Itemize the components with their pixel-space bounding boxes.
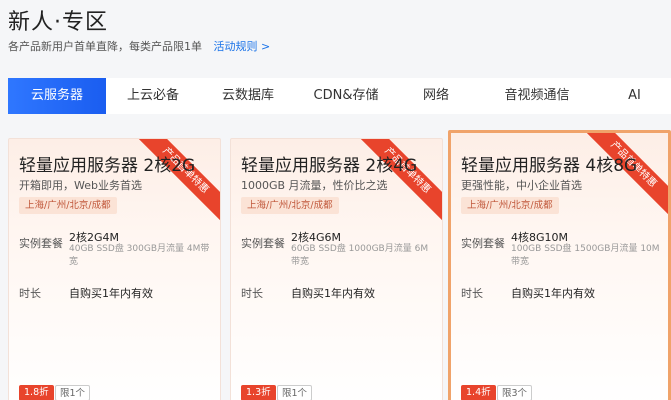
page-subtitle: 各产品新用户首单直降，每类产品限1单 活动规则 > <box>8 38 270 54</box>
spec-label: 实例套餐 <box>241 237 285 250</box>
spec-detail: 60GB SSD盘 1000GB月流量 6M带宽 <box>291 244 429 267</box>
duration-value: 自购买1年内有效 <box>69 287 153 300</box>
card-title: 轻量应用服务器 2核4G <box>241 156 418 176</box>
spec-detail: 100GB SSD盘 1500GB月流量 10M带宽 <box>511 244 660 267</box>
card-desc: 更强性能，中小企业首选 <box>461 179 582 192</box>
product-card-2c2g[interactable]: 产品首单特惠 轻量应用服务器 2核2G 开箱即用，Web业务首选 上海/广州/北… <box>8 138 221 400</box>
discount-badge: 1.8折 <box>19 385 54 400</box>
duration-value: 自购买1年内有效 <box>291 287 375 300</box>
spec-label: 实例套餐 <box>461 237 505 250</box>
tab-audio-video[interactable]: 音视频通信 <box>476 78 598 114</box>
limit-badge: 限1个 <box>55 385 91 400</box>
product-tabs: 云服务器 上云必备 云数据库 CDN&存储 网络 音视频通信 AI <box>8 78 671 114</box>
duration-label: 时长 <box>19 287 41 300</box>
limit-badge: 限3个 <box>497 385 533 400</box>
duration-label: 时长 <box>461 287 483 300</box>
tab-cloud-server[interactable]: 云服务器 <box>8 78 106 114</box>
duration-value: 自购买1年内有效 <box>511 287 595 300</box>
card-desc: 1000GB 月流量，性价比之选 <box>241 179 388 192</box>
tab-cdn-storage[interactable]: CDN&存储 <box>296 78 396 114</box>
spec-label: 实例套餐 <box>19 237 63 250</box>
spec-detail: 40GB SSD盘 300GB月流量 4M带宽 <box>69 244 210 267</box>
card-title: 轻量应用服务器 4核8G <box>461 156 638 176</box>
discount-badge: 1.3折 <box>241 385 276 400</box>
product-card-2c4g[interactable]: 产品首单特惠 轻量应用服务器 2核4G 1000GB 月流量，性价比之选 上海/… <box>230 138 443 400</box>
duration-label: 时长 <box>241 287 263 300</box>
tab-cloud-database[interactable]: 云数据库 <box>200 78 296 114</box>
discount-badge: 1.4折 <box>461 385 496 400</box>
tab-ai[interactable]: AI <box>598 78 671 114</box>
rules-link[interactable]: 活动规则 > <box>214 40 271 53</box>
region-tag: 上海/广州/北京/成都 <box>19 197 117 214</box>
region-tag: 上海/广州/北京/成都 <box>461 197 559 214</box>
region-tag: 上海/广州/北京/成都 <box>241 197 339 214</box>
tab-cloud-essentials[interactable]: 上云必备 <box>106 78 200 114</box>
tab-network[interactable]: 网络 <box>396 78 476 114</box>
product-card-4c8g[interactable]: 产品首单特惠 轻量应用服务器 4核8G 更强性能，中小企业首选 上海/广州/北京… <box>448 130 671 400</box>
card-desc: 开箱即用，Web业务首选 <box>19 179 142 192</box>
card-title: 轻量应用服务器 2核2G <box>19 156 196 176</box>
page-title: 新人·专区 <box>8 10 108 35</box>
subtitle-text: 各产品新用户首单直降，每类产品限1单 <box>8 40 202 53</box>
limit-badge: 限1个 <box>277 385 313 400</box>
